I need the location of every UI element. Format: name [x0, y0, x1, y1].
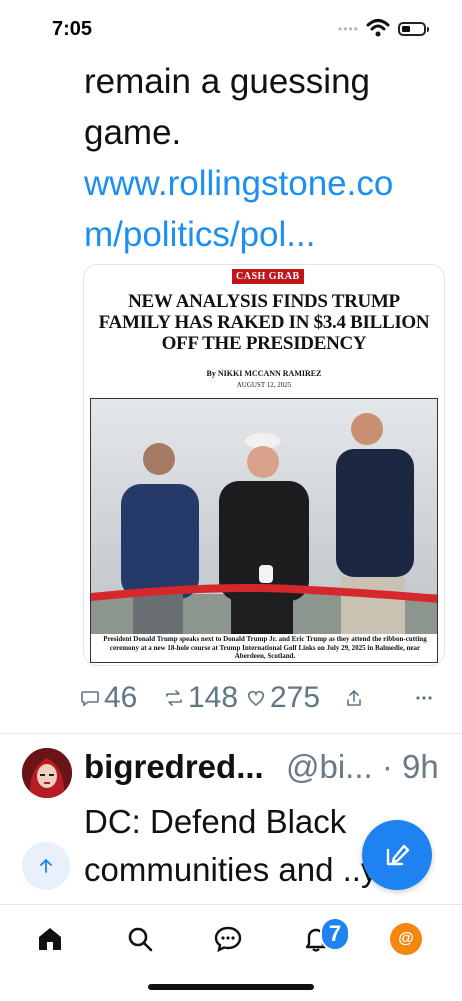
profile-avatar-icon: @	[398, 930, 414, 947]
tab-profile[interactable]: @	[390, 923, 422, 955]
status-bar: 7:05 ••••	[0, 0, 462, 60]
reply-count: 46	[104, 681, 138, 714]
tab-home[interactable]	[32, 921, 68, 957]
wifi-icon	[366, 19, 390, 37]
tab-messages[interactable]	[210, 921, 246, 957]
share-button[interactable]	[344, 676, 368, 720]
post-link[interactable]: www.rollingstone.co m/politics/pol...	[84, 158, 434, 260]
compose-icon	[386, 844, 410, 866]
article-headline: NEW ANALYSIS FINDS TRUMP FAMILY HAS RAKE…	[98, 291, 430, 354]
post-time: · 9h	[381, 748, 439, 785]
post-author-name[interactable]: bigredred...	[84, 748, 264, 786]
more-options-button[interactable]	[414, 676, 438, 720]
chat-icon	[214, 926, 242, 953]
tab-search[interactable]	[122, 921, 158, 957]
repost-icon	[166, 690, 182, 706]
like-button[interactable]: 275	[246, 676, 320, 720]
post-text: remain a guessing game. www.rollingstone…	[84, 56, 434, 260]
scroll-to-top-button[interactable]	[22, 842, 70, 890]
home-icon	[39, 928, 61, 950]
status-time: 7:05	[52, 18, 93, 40]
signal-icon: ••••	[338, 22, 359, 36]
like-count: 275	[270, 681, 321, 714]
post-text-line: remain a guessing	[84, 62, 370, 101]
photo-illustration	[91, 399, 437, 662]
arrow-up-icon	[40, 859, 52, 873]
post-text-line: game.	[84, 113, 182, 152]
avatar-image	[22, 748, 72, 798]
heart-icon	[247, 690, 265, 707]
article-date: AUGUST 12, 2025	[236, 381, 292, 389]
repost-count: 148	[188, 681, 239, 714]
link-preview-card[interactable]: CASH GRAB NEW ANALYSIS FINDS TRUMP FAMIL…	[83, 264, 445, 666]
repost-button[interactable]: 148	[164, 676, 238, 720]
share-icon	[347, 690, 361, 706]
notification-badge: 7	[320, 917, 350, 951]
post-actions: 46 148 275	[80, 676, 442, 720]
article-photo: President Donald Trump speaks next to Do…	[90, 398, 438, 663]
reply-button[interactable]: 46	[80, 676, 137, 720]
post-author-handle: @bi... · 9h	[286, 748, 439, 786]
photo-caption: President Donald Trump speaks next to Do…	[103, 635, 427, 660]
battery-icon	[398, 22, 429, 36]
search-icon	[128, 927, 153, 952]
compose-button[interactable]	[362, 820, 432, 890]
home-indicator	[148, 984, 314, 990]
handle-text: @bi...	[286, 748, 373, 785]
more-icon	[416, 696, 432, 700]
reply-icon	[81, 691, 99, 707]
article-tag: CASH GRAB	[232, 269, 304, 284]
article-byline: By NIKKI MCCANN RAMIREZ	[206, 369, 322, 378]
post-link-line: m/politics/pol...	[84, 215, 316, 254]
post-link-line: www.rollingstone.co	[84, 164, 394, 203]
avatar[interactable]	[22, 748, 72, 798]
